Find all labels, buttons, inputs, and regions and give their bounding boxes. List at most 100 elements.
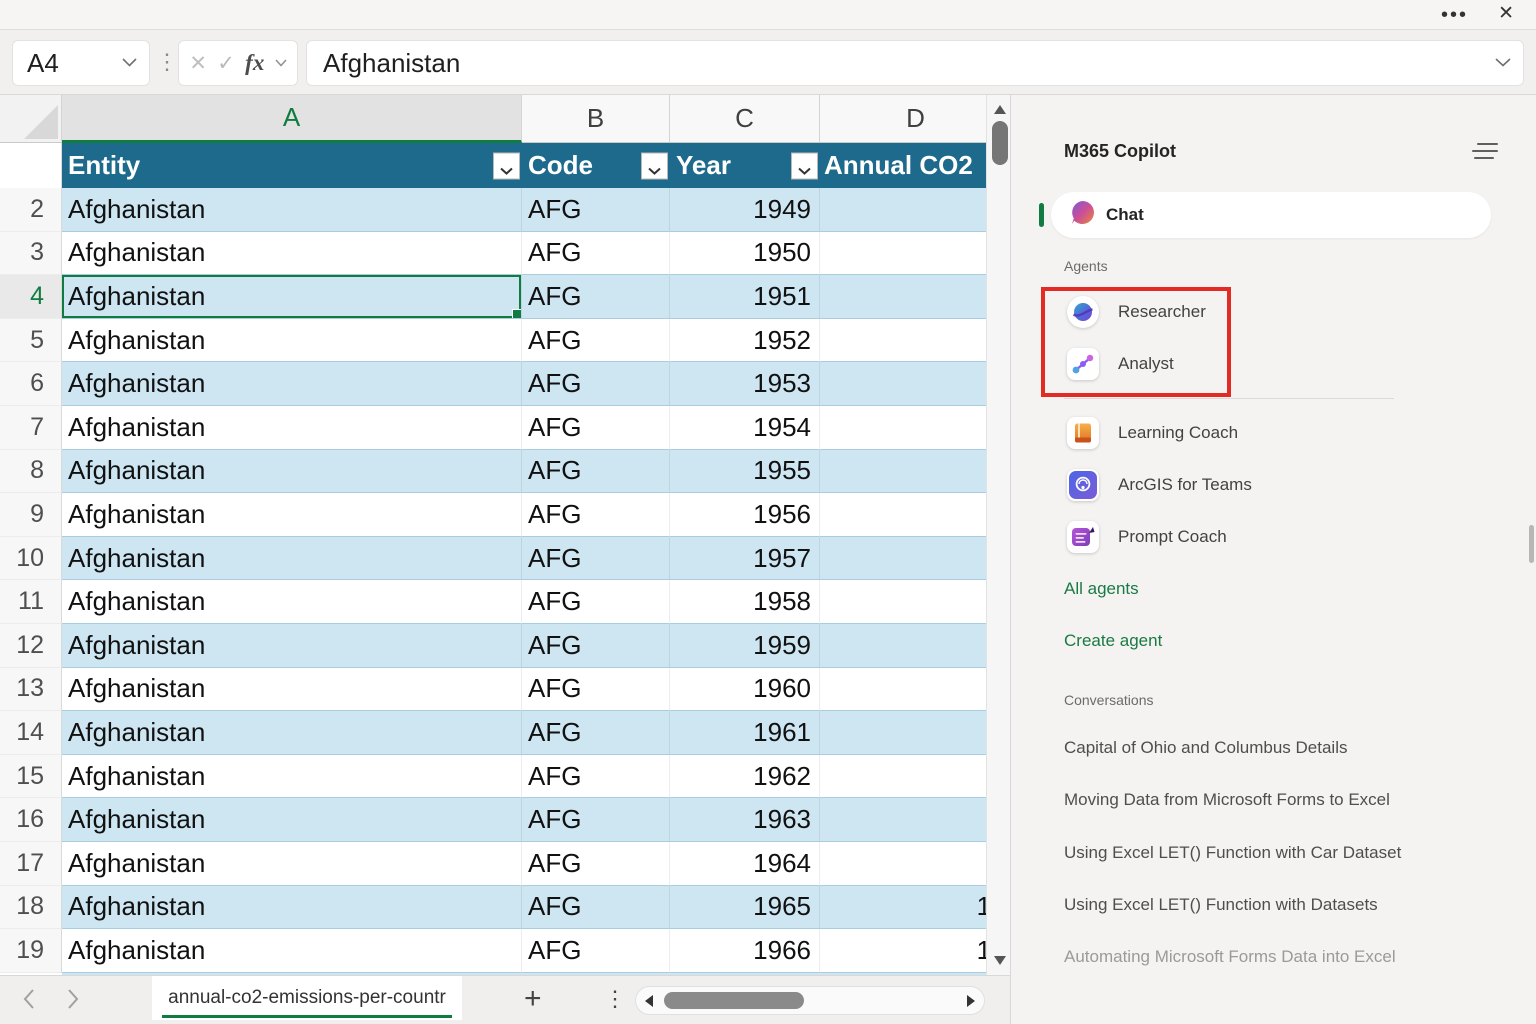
cell-entity[interactable]: Afghanistan	[62, 405, 522, 450]
cell-year[interactable]: 1952	[670, 318, 820, 363]
prev-sheet-icon[interactable]	[22, 988, 36, 1015]
cell-code[interactable]: AFG	[522, 667, 670, 712]
cell-year[interactable]: 1949	[670, 188, 820, 232]
cell-entity[interactable]: Afghanistan	[62, 623, 522, 668]
cell-code[interactable]: AFG	[522, 362, 670, 406]
cell-year[interactable]: 1957	[670, 536, 820, 581]
cell-co2[interactable]: 15	[820, 449, 1012, 494]
header-annual-co2[interactable]: Annual CO2	[820, 143, 1012, 188]
cell-entity[interactable]: Afghanistan	[62, 536, 522, 581]
expand-formula-bar-icon[interactable]	[1495, 54, 1511, 72]
cell-co2[interactable]: 18	[820, 493, 1012, 537]
column-header-a[interactable]: A	[62, 95, 522, 143]
row-header-15[interactable]: 15	[0, 754, 62, 799]
cell-entity[interactable]: Afghanistan	[62, 798, 522, 842]
add-sheet-button[interactable]: +	[524, 982, 542, 1016]
row-header-9[interactable]: 9	[0, 493, 62, 537]
create-agent-link[interactable]: Create agent	[1064, 631, 1162, 651]
cell-year[interactable]: 1964	[670, 841, 820, 886]
cell-co2[interactable]: 10	[820, 362, 1012, 406]
column-header-d[interactable]: D	[820, 95, 1012, 143]
cell-year[interactable]: 1960	[670, 667, 820, 712]
row-header-7[interactable]: 7	[0, 405, 62, 450]
cell-co2[interactable]: 70	[820, 798, 1012, 842]
row-header-5[interactable]: 5	[0, 318, 62, 363]
vertical-scrollbar[interactable]	[986, 95, 1012, 975]
conversation-item[interactable]: Using Excel LET() Function with Car Data…	[1064, 843, 1401, 863]
cell-entity[interactable]: Afghanistan	[62, 318, 522, 363]
cell-entity[interactable]: Afghanistan	[62, 885, 522, 930]
next-sheet-icon[interactable]	[66, 988, 80, 1015]
cell-code[interactable]: AFG	[522, 623, 670, 668]
row-header-11[interactable]: 11	[0, 580, 62, 624]
cell-entity[interactable]: Afghanistan	[62, 754, 522, 799]
conversation-item[interactable]: Moving Data from Microsoft Forms to Exce…	[1064, 790, 1390, 810]
cell-entity[interactable]: Afghanistan	[62, 231, 522, 276]
cell-co2[interactable]: 100	[820, 885, 1012, 930]
row-header-16[interactable]: 16	[0, 798, 62, 842]
cell-year[interactable]: 1956	[670, 493, 820, 537]
scroll-up-icon[interactable]	[994, 105, 1006, 114]
filter-icon[interactable]	[641, 152, 668, 179]
sheet-tab-active[interactable]: annual-co2-emissions-per-countr	[152, 976, 462, 1020]
scroll-left-icon[interactable]	[645, 995, 653, 1007]
cell-year[interactable]: 1950	[670, 231, 820, 276]
cell-code[interactable]: AFG	[522, 711, 670, 755]
sheet-options-icon[interactable]: ⋮	[604, 986, 626, 1012]
cell-entity[interactable]: Afghanistan	[62, 362, 522, 406]
conversation-item[interactable]: Capital of Ohio and Columbus Details	[1064, 738, 1347, 758]
cell-entity[interactable]: Afghanistan	[62, 667, 522, 712]
cell-entity[interactable]: Afghanistan	[62, 929, 522, 973]
scroll-right-icon[interactable]	[967, 995, 975, 1007]
cell-code[interactable]: AFG	[522, 405, 670, 450]
scroll-down-icon[interactable]	[994, 956, 1006, 965]
cell-co2[interactable]: 32	[820, 580, 1012, 624]
row-header-6[interactable]: 6	[0, 362, 62, 406]
filter-icon[interactable]	[493, 152, 520, 179]
column-header-c[interactable]: C	[670, 95, 820, 143]
panel-menu-icon[interactable]	[1472, 143, 1498, 161]
cell-entity[interactable]: Afghanistan	[62, 711, 522, 755]
cell-year[interactable]: 1951	[670, 275, 820, 319]
cell-year[interactable]: 1966	[670, 929, 820, 973]
cell-code[interactable]: AFG	[522, 580, 670, 624]
cell-code[interactable]: AFG	[522, 841, 670, 886]
name-box-splitter-icon[interactable]: ⋮	[156, 49, 178, 75]
cell-year[interactable]: 1953	[670, 362, 820, 406]
row-header-2[interactable]: 2	[0, 188, 62, 232]
formula-bar[interactable]: Afghanistan	[306, 40, 1524, 86]
cell-year[interactable]: 1954	[670, 405, 820, 450]
cell-year[interactable]: 1959	[670, 623, 820, 668]
row-header-19[interactable]: 19	[0, 929, 62, 973]
cell-code[interactable]: AFG	[522, 318, 670, 363]
cell-year[interactable]: 1955	[670, 449, 820, 494]
header-year[interactable]: Year	[670, 143, 820, 188]
cell-code[interactable]: AFG	[522, 536, 670, 581]
filter-icon[interactable]	[791, 152, 818, 179]
cell-co2[interactable]: 1	[820, 188, 1012, 232]
horizontal-scrollbar-thumb[interactable]	[664, 992, 804, 1009]
cell-code[interactable]: AFG	[522, 449, 670, 494]
row-header-13[interactable]: 13	[0, 667, 62, 712]
row-header-12[interactable]: 12	[0, 623, 62, 668]
agent-analyst[interactable]: Analyst	[1067, 344, 1174, 384]
cell-code[interactable]: AFG	[522, 231, 670, 276]
cancel-formula-icon[interactable]: ✕	[189, 51, 207, 76]
cell-co2[interactable]: 68	[820, 754, 1012, 799]
cell-co2[interactable]: 29	[820, 536, 1012, 581]
cell-code[interactable]: AFG	[522, 493, 670, 537]
cell-year[interactable]: 1961	[670, 711, 820, 755]
insert-function-icon[interactable]: fx	[245, 50, 264, 76]
column-header-b[interactable]: B	[522, 95, 670, 143]
cell-entity[interactable]: Afghanistan	[62, 449, 522, 494]
cell-co2[interactable]: 109	[820, 929, 1012, 973]
agent-researcher[interactable]: Researcher	[1067, 292, 1206, 332]
cell-year[interactable]: 1962	[670, 754, 820, 799]
cell-entity[interactable]: Afghanistan	[62, 188, 522, 232]
horizontal-scrollbar[interactable]	[635, 986, 985, 1015]
conversation-item[interactable]: Automating Microsoft Forms Data into Exc…	[1064, 947, 1396, 967]
cell-co2[interactable]: 49	[820, 711, 1012, 755]
cell-co2[interactable]: 83	[820, 841, 1012, 886]
row-header-8[interactable]: 8	[0, 449, 62, 494]
close-icon[interactable]: ✕	[1498, 2, 1514, 25]
